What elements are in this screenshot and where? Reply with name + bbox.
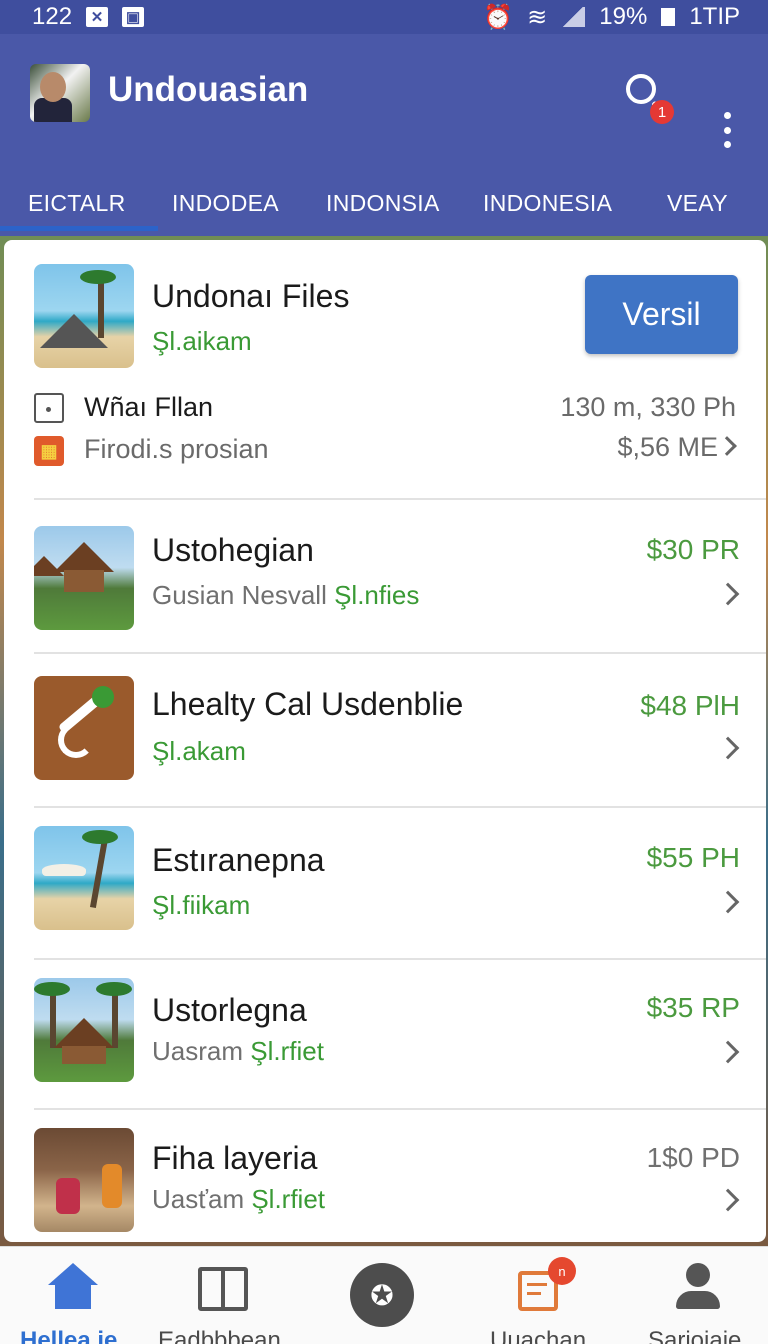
status-time: 122	[32, 3, 73, 30]
listing-price: $35 RP	[646, 992, 740, 1023]
divider	[34, 498, 766, 500]
nav-center[interactable]: ✪	[300, 1247, 464, 1344]
nav-messages[interactable]: n Uuachan	[464, 1247, 612, 1344]
listing-subtitle: Gusian Nesvall Şl.nfies	[152, 580, 420, 610]
featured-thumbnail[interactable]	[34, 264, 134, 368]
divider	[34, 806, 766, 808]
chevron-right-icon	[717, 436, 737, 456]
nav-label: Sarioiaie	[648, 1327, 742, 1344]
alarm-icon: ⏰	[483, 3, 514, 31]
app-bar: Undouasian 1 EICTALR INDODEA INDONSIA IN…	[0, 34, 768, 236]
info-value: 130 m, 330 Ph	[560, 392, 736, 422]
listing-card: Undonaı Files Şl.aikam Versil Wñaı Fllan…	[4, 240, 766, 1242]
info-value-link[interactable]: $,56 ME	[617, 432, 737, 463]
listing-title[interactable]: Ustorlegna	[152, 992, 307, 1029]
listing-thumbnail[interactable]	[34, 526, 134, 630]
chevron-right-icon[interactable]	[716, 582, 740, 606]
network-label: 1TIP	[689, 3, 740, 30]
listing-subtitle: Şl.fiikam	[152, 890, 251, 920]
battery-percent: 19%	[599, 3, 648, 30]
x-box-icon: ✕	[86, 7, 109, 27]
calendar-icon: ▦	[34, 436, 64, 466]
listing-title[interactable]: Lhealty Cal Usdenblie	[152, 686, 463, 723]
bottom-navigation: Hellea.ie Eadbbbean ✪ n Uuachan Sarioiai…	[0, 1246, 768, 1344]
divider	[34, 1108, 766, 1110]
info-label: Firodi.s prosian	[84, 434, 269, 464]
listing-price: $48 PlH	[640, 690, 740, 721]
listing-thumbnail[interactable]	[34, 676, 134, 780]
more-options-button[interactable]	[718, 112, 736, 148]
tab-indonsia[interactable]: INDONSIA	[326, 170, 440, 236]
compass-icon: ✪	[350, 1263, 414, 1327]
divider	[34, 652, 766, 654]
wifi-icon: ≋	[527, 3, 548, 31]
listing-subtitle: Uasram Şl.rfiet	[152, 1036, 324, 1066]
chevron-right-icon[interactable]	[716, 736, 740, 760]
listing-thumbnail[interactable]	[34, 1128, 134, 1232]
nav-label: Uuachan	[490, 1327, 587, 1344]
image-icon: ▣	[122, 7, 145, 27]
notification-badge: 1	[650, 100, 674, 124]
info-label: Wñaı Fllan	[84, 392, 214, 422]
listing-subtitle: Uasťam Şl.rfiet	[152, 1184, 326, 1214]
tab-indodea[interactable]: INDODEA	[172, 170, 279, 236]
tab-veay[interactable]: VEAY	[667, 170, 728, 236]
chevron-right-icon[interactable]	[716, 1188, 740, 1212]
listing-price: $55 PH	[646, 842, 740, 873]
listing-title[interactable]: Fiha layeria	[152, 1140, 317, 1177]
listing-price: $30 PR	[646, 534, 740, 565]
listing-title[interactable]: Estıranepna	[152, 842, 325, 879]
nav-profile[interactable]: Sarioiaie	[612, 1247, 768, 1344]
status-bar: 122 ✕ ▣ ⏰ ≋ 19% 1TIP	[0, 0, 768, 34]
featured-title[interactable]: Undonaı Files	[152, 278, 349, 315]
app-title: Undouasian	[108, 70, 309, 109]
listing-thumbnail[interactable]	[34, 826, 134, 930]
avatar[interactable]	[30, 64, 90, 122]
featured-subtitle: Şl.aikam	[152, 326, 252, 356]
listing-price: 1$0 PD	[646, 1142, 740, 1173]
nav-badge: n	[548, 1257, 576, 1285]
book-icon	[198, 1267, 248, 1311]
tab-indonesia[interactable]: INDONESIA	[483, 170, 612, 236]
nav-home[interactable]: Hellea.ie	[0, 1247, 146, 1344]
nav-label: Eadbbbean	[158, 1327, 281, 1344]
home-icon	[48, 1263, 98, 1309]
nav-library[interactable]: Eadbbbean	[146, 1247, 300, 1344]
tab-indicator	[0, 226, 158, 231]
listing-subtitle: Şl.akam	[152, 736, 246, 766]
nav-label: Hellea.ie	[20, 1327, 118, 1344]
square-dot-icon	[34, 393, 64, 423]
search-icon	[626, 74, 656, 104]
listing-thumbnail[interactable]	[34, 978, 134, 1082]
primary-action-button[interactable]: Versil	[585, 275, 738, 354]
chevron-right-icon[interactable]	[716, 890, 740, 914]
listing-title[interactable]: Ustohegian	[152, 532, 314, 569]
user-icon	[674, 1263, 722, 1313]
signal-icon	[561, 7, 586, 27]
chevron-right-icon[interactable]	[716, 1040, 740, 1064]
battery-icon	[661, 8, 676, 26]
divider	[34, 958, 766, 960]
